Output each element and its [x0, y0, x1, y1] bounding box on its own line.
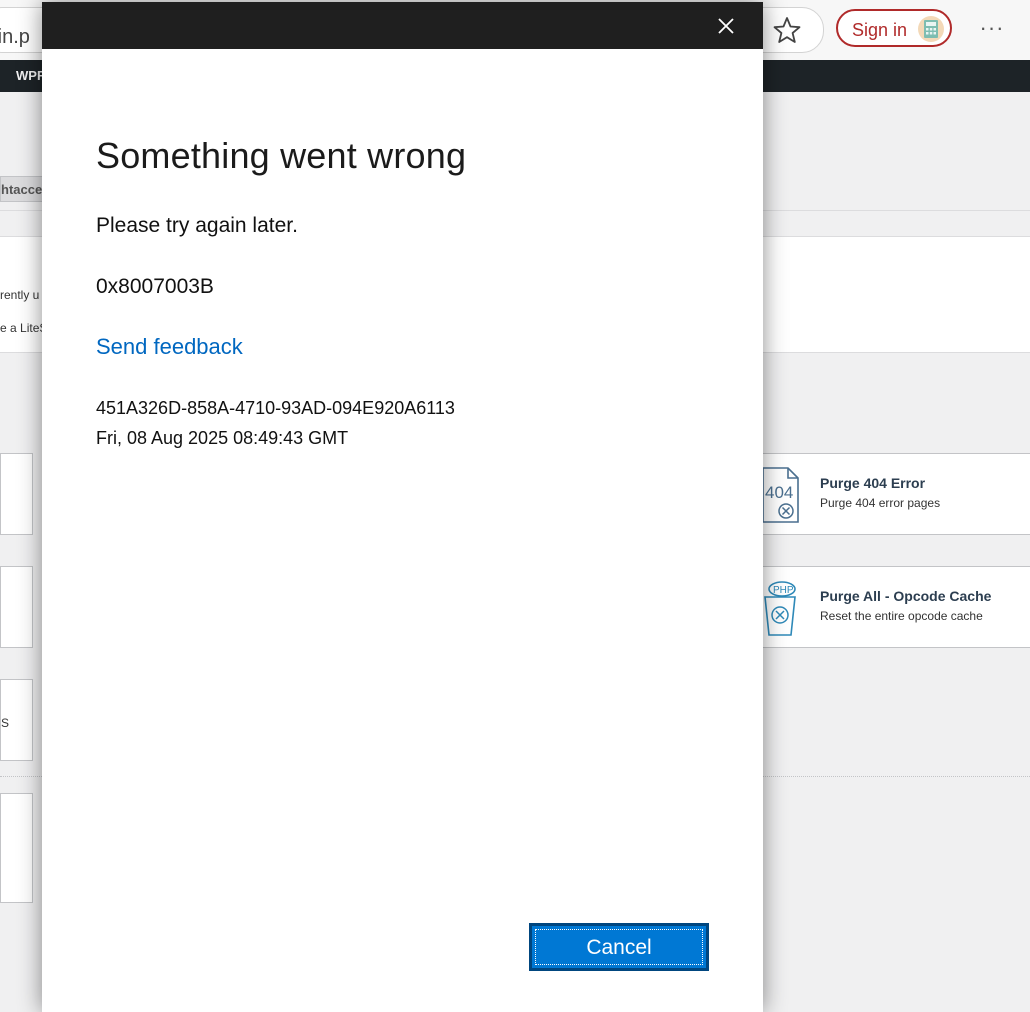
send-feedback-link[interactable]: Send feedback: [96, 334, 243, 360]
svg-text:PHP: PHP: [773, 585, 794, 596]
favorite-star-icon[interactable]: [770, 14, 804, 46]
more-options-button[interactable]: ···: [978, 16, 1006, 44]
admin-bar-item[interactable]: WPF: [16, 68, 45, 83]
sign-in-label: Sign in: [852, 20, 908, 40]
tile-description: Purge 404 error pages: [820, 496, 941, 510]
notice-line: rently u: [0, 288, 40, 302]
cancel-button-label: Cancel: [586, 936, 652, 959]
cancel-button[interactable]: Cancel: [529, 923, 709, 971]
purge-opcode-tile[interactable]: PHP Purge All - Opcode Cache Reset the e…: [740, 566, 1030, 648]
close-icon[interactable]: [710, 10, 742, 42]
tile-description: Reset the entire opcode cache: [820, 609, 983, 623]
error-dialog: Something went wrong Please try again la…: [42, 2, 763, 1012]
left-tile[interactable]: [0, 793, 33, 903]
svg-text:404: 404: [765, 483, 793, 502]
purge-404-tile[interactable]: 404 Purge 404 Error Purge 404 error page…: [740, 453, 1030, 535]
left-tile-fragment: S: [1, 716, 10, 730]
dialog-message: Please try again later.: [96, 214, 298, 237]
left-tile[interactable]: [0, 453, 33, 535]
error-code: 0x8007003B: [96, 275, 214, 298]
profile-calculator-icon: [918, 16, 944, 42]
left-tile[interactable]: [0, 566, 33, 648]
error-timestamp: Fri, 08 Aug 2025 08:49:43 GMT: [96, 428, 349, 448]
notice-line: e a LiteS: [0, 321, 48, 335]
dialog-titlebar: [42, 2, 763, 49]
php-trash-icon: PHP: [760, 579, 800, 637]
sign-in-button[interactable]: Sign in: [836, 9, 952, 47]
correlation-id: 451A326D-858A-4710-93AD-094E920A6113: [96, 398, 455, 418]
tab-htaccess[interactable]: htacce: [0, 176, 46, 202]
dialog-heading: Something went wrong: [96, 135, 467, 176]
file-404-icon: 404: [760, 466, 800, 524]
address-text: min.p: [0, 26, 30, 48]
tile-title: Purge 404 Error: [820, 475, 926, 491]
tile-title: Purge All - Opcode Cache: [820, 588, 992, 604]
left-tile[interactable]: S: [0, 679, 33, 761]
